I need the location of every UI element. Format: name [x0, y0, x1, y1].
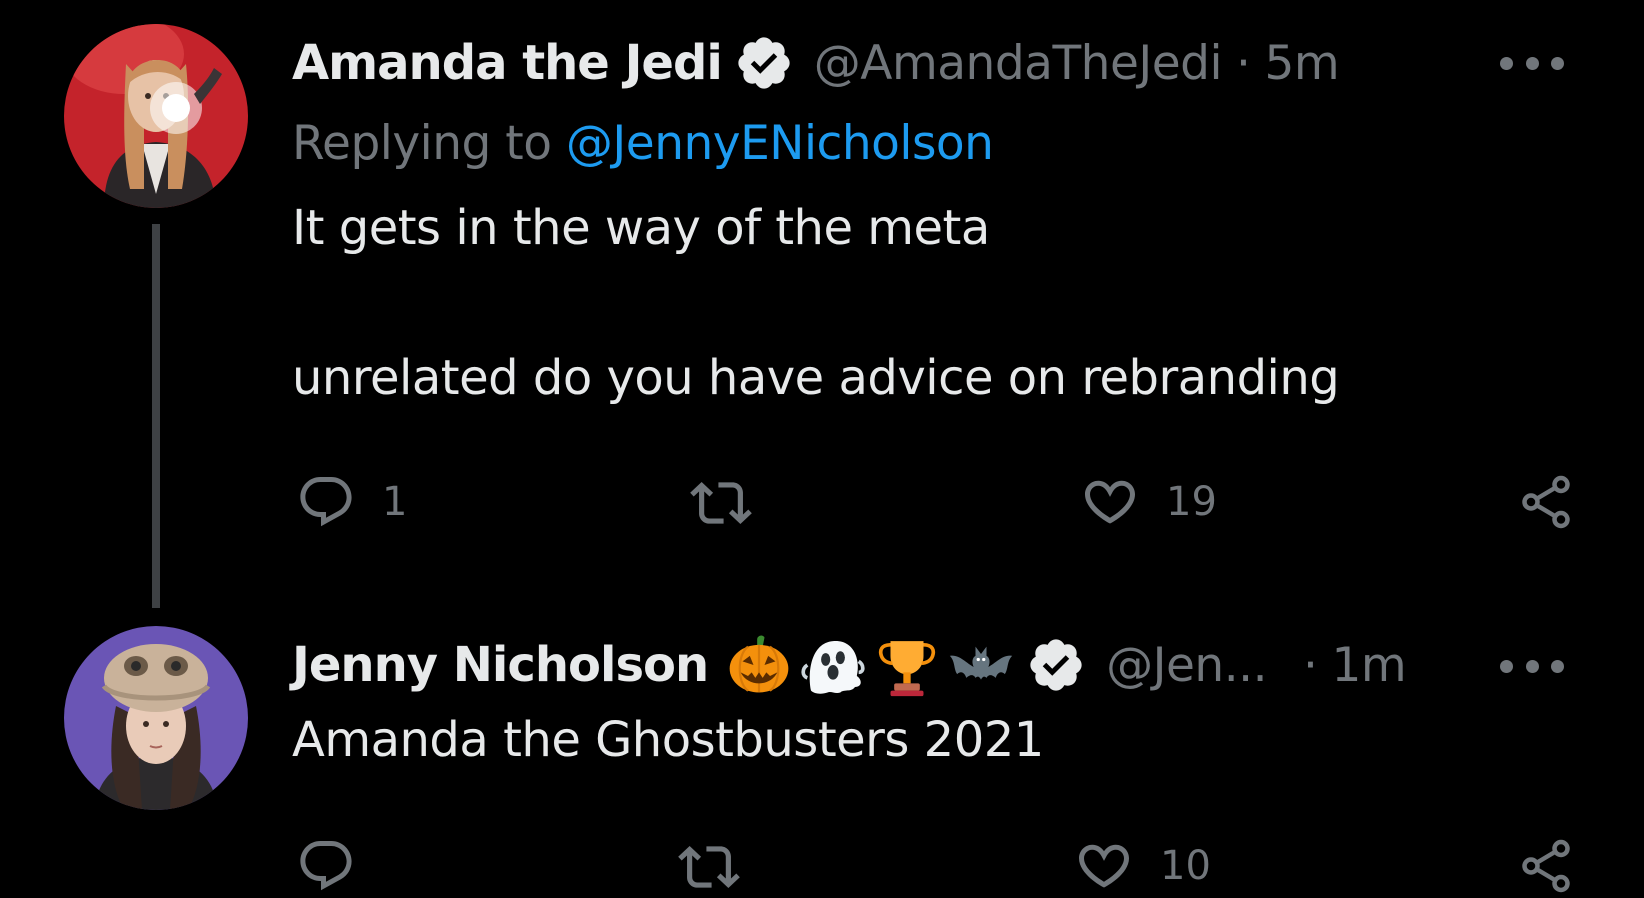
retweet-button[interactable]	[678, 836, 766, 898]
retweet-icon	[690, 482, 752, 524]
retweet-button[interactable]	[690, 472, 778, 534]
reply-icon	[300, 477, 352, 527]
like-count: 10	[1160, 843, 1211, 889]
reply-button[interactable]	[296, 836, 382, 896]
more-options-button[interactable]	[1500, 651, 1564, 681]
author-handle[interactable]: @Jen...	[1106, 638, 1267, 693]
reply-mention-link[interactable]: @JennyENicholson	[566, 116, 994, 171]
bat-icon	[948, 632, 1014, 698]
share-button[interactable]	[1516, 472, 1576, 532]
more-dot-icon	[1525, 56, 1539, 70]
tweet-text-line: Amanda the Ghostbusters 2021	[292, 712, 1044, 768]
trophy-icon	[874, 632, 940, 698]
more-options-button[interactable]	[1500, 48, 1564, 78]
thread-connector-line	[152, 224, 160, 608]
timestamp[interactable]: 5m	[1265, 36, 1340, 91]
share-button[interactable]	[1516, 836, 1576, 896]
reply-count: 1	[382, 479, 408, 525]
ghost-icon	[800, 632, 866, 698]
display-name[interactable]: Jenny Nicholson	[292, 637, 709, 693]
more-dot-icon	[1500, 56, 1513, 70]
heart-icon	[1079, 844, 1129, 888]
like-count: 19	[1166, 479, 1217, 525]
tweet-amanda[interactable]: Amanda the Jedi @AmandaTheJedi · 5m Repl…	[0, 0, 1644, 608]
heart-icon	[1085, 480, 1135, 524]
tweet-text-line: It gets in the way of the meta	[292, 200, 990, 256]
replying-to-label: Replying to	[292, 116, 566, 171]
jack-o-lantern-icon	[726, 632, 792, 698]
reply-button[interactable]: 1	[296, 472, 407, 532]
avatar-jenny[interactable]	[64, 626, 248, 810]
replying-to: Replying to @JennyENicholson	[292, 116, 994, 171]
name-emojis	[726, 632, 1014, 698]
more-dot-icon	[1551, 659, 1564, 673]
separator-dot: ·	[1303, 637, 1318, 693]
tweet-jenny[interactable]: Jenny Nicholson @Jen... · 1m Amanda the …	[0, 600, 1644, 895]
verified-badge-icon	[734, 33, 794, 93]
timestamp[interactable]: 1m	[1332, 638, 1407, 693]
avatar-amanda-image	[64, 24, 248, 208]
share-icon	[1522, 475, 1570, 529]
share-icon	[1522, 839, 1570, 893]
more-dot-icon	[1500, 659, 1513, 673]
tweet-header: Amanda the Jedi @AmandaTheJedi · 5m	[292, 33, 1340, 93]
separator-dot: ·	[1236, 35, 1251, 91]
retweet-icon	[678, 846, 740, 888]
display-name[interactable]: Amanda the Jedi	[292, 35, 723, 91]
verified-badge-icon	[1026, 635, 1086, 695]
avatar-jenny-image	[64, 626, 248, 810]
reply-icon	[300, 841, 352, 891]
tweet-text-line: unrelated do you have advice on rebrandi…	[292, 350, 1340, 406]
more-dot-icon	[1525, 659, 1539, 673]
like-button[interactable]: 10	[1074, 836, 1211, 896]
avatar-amanda[interactable]	[64, 24, 248, 208]
tweet-header: Jenny Nicholson @Jen... · 1m	[292, 632, 1407, 698]
author-handle[interactable]: @AmandaTheJedi	[814, 36, 1223, 91]
more-dot-icon	[1551, 56, 1564, 70]
like-button[interactable]: 19	[1080, 472, 1217, 532]
